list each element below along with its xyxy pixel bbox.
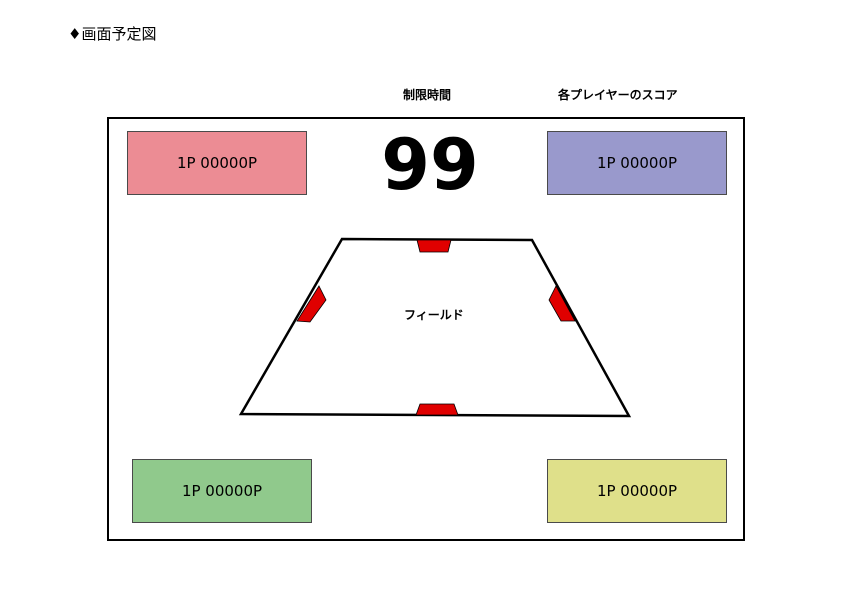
goal-top [416, 239, 452, 253]
field-label: フィールド [404, 308, 464, 322]
field-outline [238, 237, 632, 418]
goal-bottom [415, 403, 459, 416]
field-diagram [238, 237, 632, 418]
